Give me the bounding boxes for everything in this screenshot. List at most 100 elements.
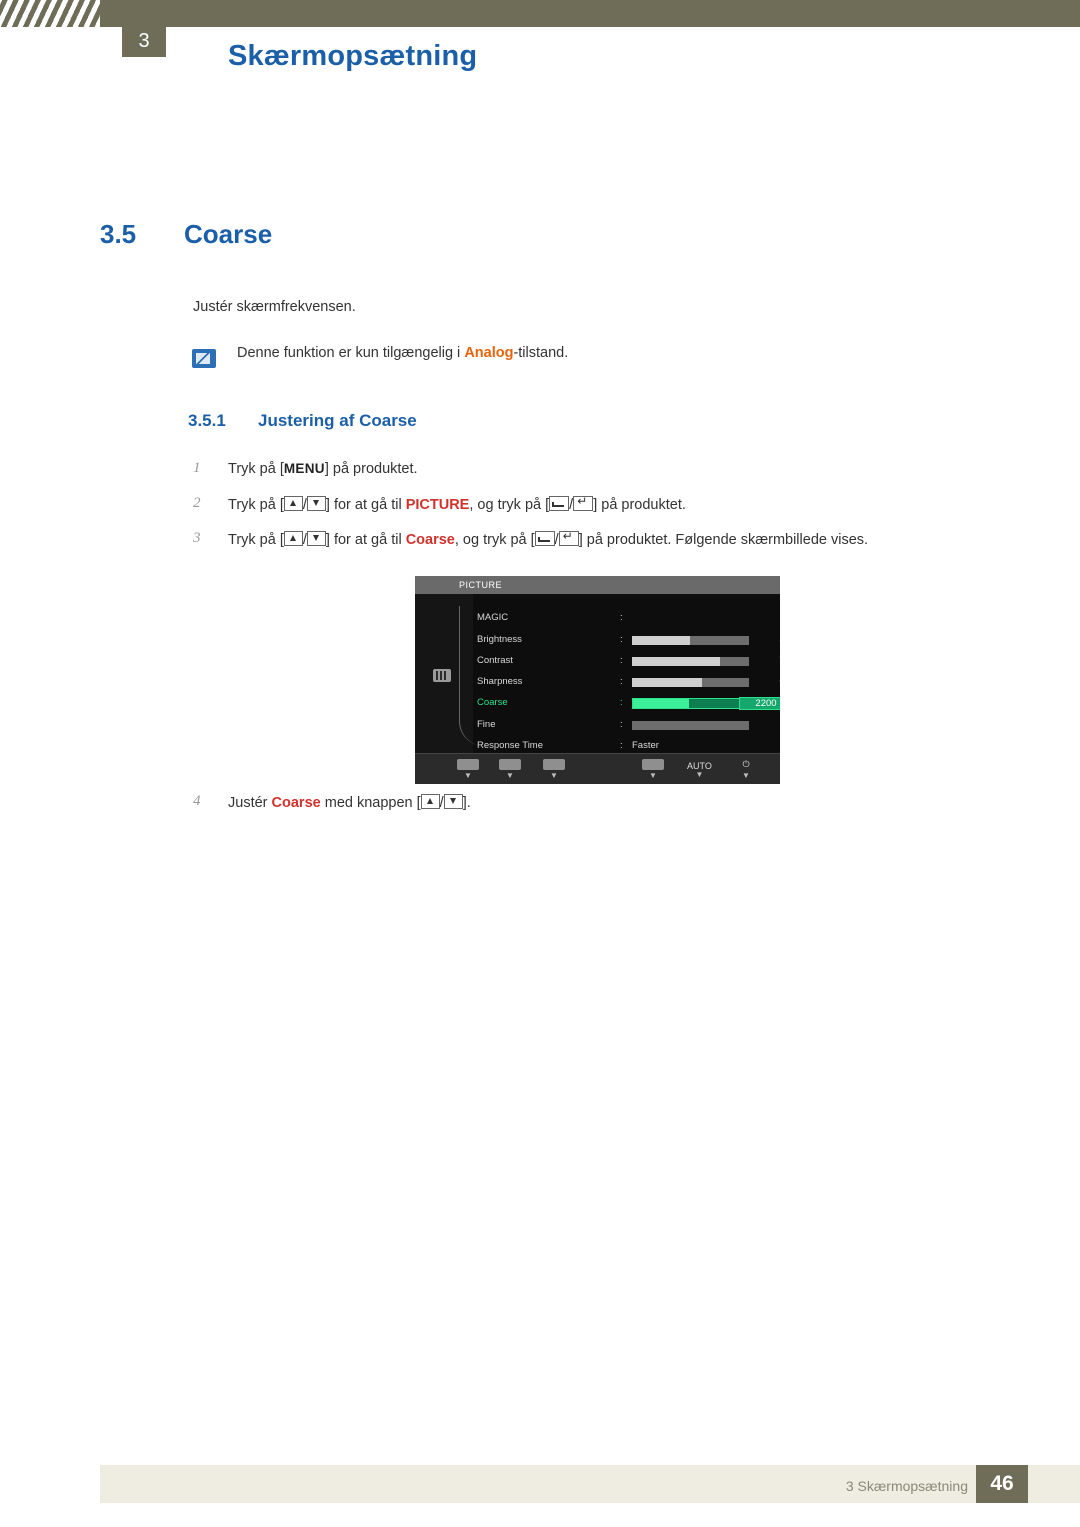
note-icon bbox=[192, 349, 216, 368]
osd-button-sub: ▼ bbox=[506, 771, 514, 780]
note-suffix: -tilstand. bbox=[513, 345, 569, 361]
osd-row-value: 50 bbox=[760, 634, 780, 645]
osd-row[interactable]: Contrast : 75 bbox=[477, 655, 780, 670]
picture-menu-icon bbox=[433, 669, 451, 682]
osd-row-value: Faster bbox=[632, 740, 659, 751]
enter-icon bbox=[558, 529, 579, 546]
step2-keyword-picture: PICTURE bbox=[405, 497, 470, 513]
bracket-close-icon: ] bbox=[593, 497, 598, 513]
subsection-number: 3.5.1 bbox=[188, 411, 226, 430]
step-number-3: 3 bbox=[193, 530, 201, 546]
osd-row-value: 60 bbox=[760, 676, 780, 687]
osd-button-sub: ▼ bbox=[695, 770, 704, 779]
menu-key-label: MENU bbox=[283, 461, 325, 476]
osd-row[interactable]: Fine : 0 bbox=[477, 719, 777, 734]
bracket-close-icon: ] bbox=[325, 497, 330, 513]
osd-button-minus[interactable]: ▼ bbox=[499, 759, 521, 780]
step4-post: med knappen bbox=[324, 795, 413, 811]
step3-mid: for at gå til bbox=[333, 532, 402, 548]
osd-button-sub: ▼ bbox=[464, 771, 472, 780]
step2-mid: for at gå til bbox=[333, 497, 402, 513]
osd-button-bar: ▼ ▼ ▼ ▼ AUTO ▼ ⏻ ▼ bbox=[415, 753, 780, 784]
osd-row-label: MAGIC bbox=[477, 612, 509, 623]
arrow-up-icon bbox=[283, 531, 303, 546]
plus-icon bbox=[543, 759, 565, 770]
step-4: Justér Coarse med knappen [/]. bbox=[228, 794, 471, 811]
step2-pre: Tryk på bbox=[228, 497, 276, 513]
note-prefix: Denne funktion er kun tilgængelig i bbox=[237, 345, 465, 361]
page-title: Skærmopsætning bbox=[228, 40, 478, 72]
osd-slider-track[interactable] bbox=[632, 698, 751, 709]
note-text: Denne funktion er kun tilgængelig i Anal… bbox=[237, 345, 568, 361]
osd-slider-track[interactable] bbox=[632, 721, 749, 730]
osd-button-sub: ▼ bbox=[742, 771, 750, 780]
osd-row[interactable]: Sharpness : 60 bbox=[477, 676, 780, 691]
osd-row-label: Brightness bbox=[477, 634, 522, 645]
arrow-down-icon bbox=[306, 496, 326, 511]
section-number: 3.5 bbox=[100, 219, 137, 249]
step3-post: på produktet. Følgende skærmbillede vise… bbox=[586, 532, 869, 548]
subsection-title: Justering af Coarse bbox=[258, 411, 417, 430]
osd-row-label: Fine bbox=[477, 719, 496, 730]
osd-button-enter[interactable]: ▼ bbox=[642, 759, 664, 780]
bracket-close-icon: ] bbox=[325, 532, 330, 548]
left-bar-icon bbox=[549, 496, 570, 511]
osd-slider-fill bbox=[632, 678, 702, 687]
osd-slider-track[interactable] bbox=[632, 636, 749, 645]
bracket-close-icon: ] bbox=[578, 532, 583, 548]
section-intro-text: Justér skærmfrekvensen. bbox=[193, 299, 356, 315]
left-triangle-icon bbox=[457, 759, 479, 770]
header-hatch-decoration bbox=[0, 0, 100, 27]
osd-button-power[interactable]: ⏻ ▼ bbox=[735, 759, 757, 780]
step-number-1: 1 bbox=[193, 460, 201, 476]
step-number-4: 4 bbox=[193, 793, 201, 809]
header-band bbox=[0, 0, 1080, 27]
left-bar-icon bbox=[534, 531, 555, 546]
osd-row-value: 75 bbox=[760, 655, 780, 666]
enter-icon bbox=[573, 494, 594, 511]
osd-row-colon: : bbox=[620, 612, 623, 623]
osd-slider-track[interactable] bbox=[632, 678, 749, 687]
arrow-up-icon bbox=[420, 794, 440, 809]
osd-row-value: 0 bbox=[760, 719, 780, 730]
osd-row-colon: : bbox=[620, 634, 623, 645]
step3-keyword-coarse: Coarse bbox=[405, 532, 455, 548]
footer-text: 3 Skærmopsætning bbox=[845, 1478, 968, 1494]
osd-slider-track[interactable] bbox=[632, 657, 749, 666]
osd-button-sub: ▼ bbox=[550, 771, 558, 780]
section-title: Coarse bbox=[184, 219, 273, 249]
step4-pre: Justér bbox=[228, 795, 268, 811]
page-number-badge: 46 bbox=[976, 1465, 1028, 1503]
step4-keyword-coarse: Coarse bbox=[271, 795, 321, 811]
osd-row[interactable]: Brightness : 50 bbox=[477, 634, 780, 649]
osd-slider-fill bbox=[632, 636, 690, 645]
step1-post: på produktet. bbox=[332, 461, 418, 477]
arrow-down-icon bbox=[443, 794, 463, 809]
osd-slider-fill bbox=[632, 657, 720, 666]
osd-row-colon: : bbox=[620, 697, 623, 708]
step2-post: på produktet. bbox=[601, 497, 686, 513]
chapter-number-badge: 3 bbox=[122, 27, 166, 57]
osd-screenshot: PICTURE MAGIC : Brightness : 50 Contrast… bbox=[415, 576, 780, 784]
osd-row-label: Response Time bbox=[477, 740, 544, 751]
osd-button-sub: ▼ bbox=[649, 771, 657, 780]
osd-button-auto[interactable]: AUTO ▼ bbox=[687, 761, 712, 779]
osd-row-colon: : bbox=[620, 655, 623, 666]
power-icon: ⏻ bbox=[742, 759, 750, 769]
step-number-2: 2 bbox=[193, 495, 201, 511]
enter-icon bbox=[642, 759, 664, 770]
step-2: Tryk på [/] for at gå til PICTURE, og tr… bbox=[228, 494, 686, 513]
osd-button-left[interactable]: ▼ bbox=[457, 759, 479, 780]
step3-mid2: , og tryk på bbox=[454, 532, 527, 548]
step-1: Tryk på [MENU] på produktet. bbox=[228, 461, 418, 477]
osd-row-label: Coarse bbox=[477, 697, 508, 708]
osd-row-coarse-selected[interactable]: Coarse : 2200 bbox=[477, 697, 780, 712]
step4-end: . bbox=[466, 795, 471, 811]
arrow-down-icon bbox=[306, 531, 326, 546]
osd-row[interactable]: MAGIC : bbox=[477, 612, 777, 627]
step2-mid2: , og tryk på bbox=[469, 497, 542, 513]
osd-button-plus[interactable]: ▼ bbox=[543, 759, 565, 780]
step3-pre: Tryk på bbox=[228, 532, 276, 548]
arrow-up-icon bbox=[283, 496, 303, 511]
osd-row-label: Sharpness bbox=[477, 676, 523, 687]
